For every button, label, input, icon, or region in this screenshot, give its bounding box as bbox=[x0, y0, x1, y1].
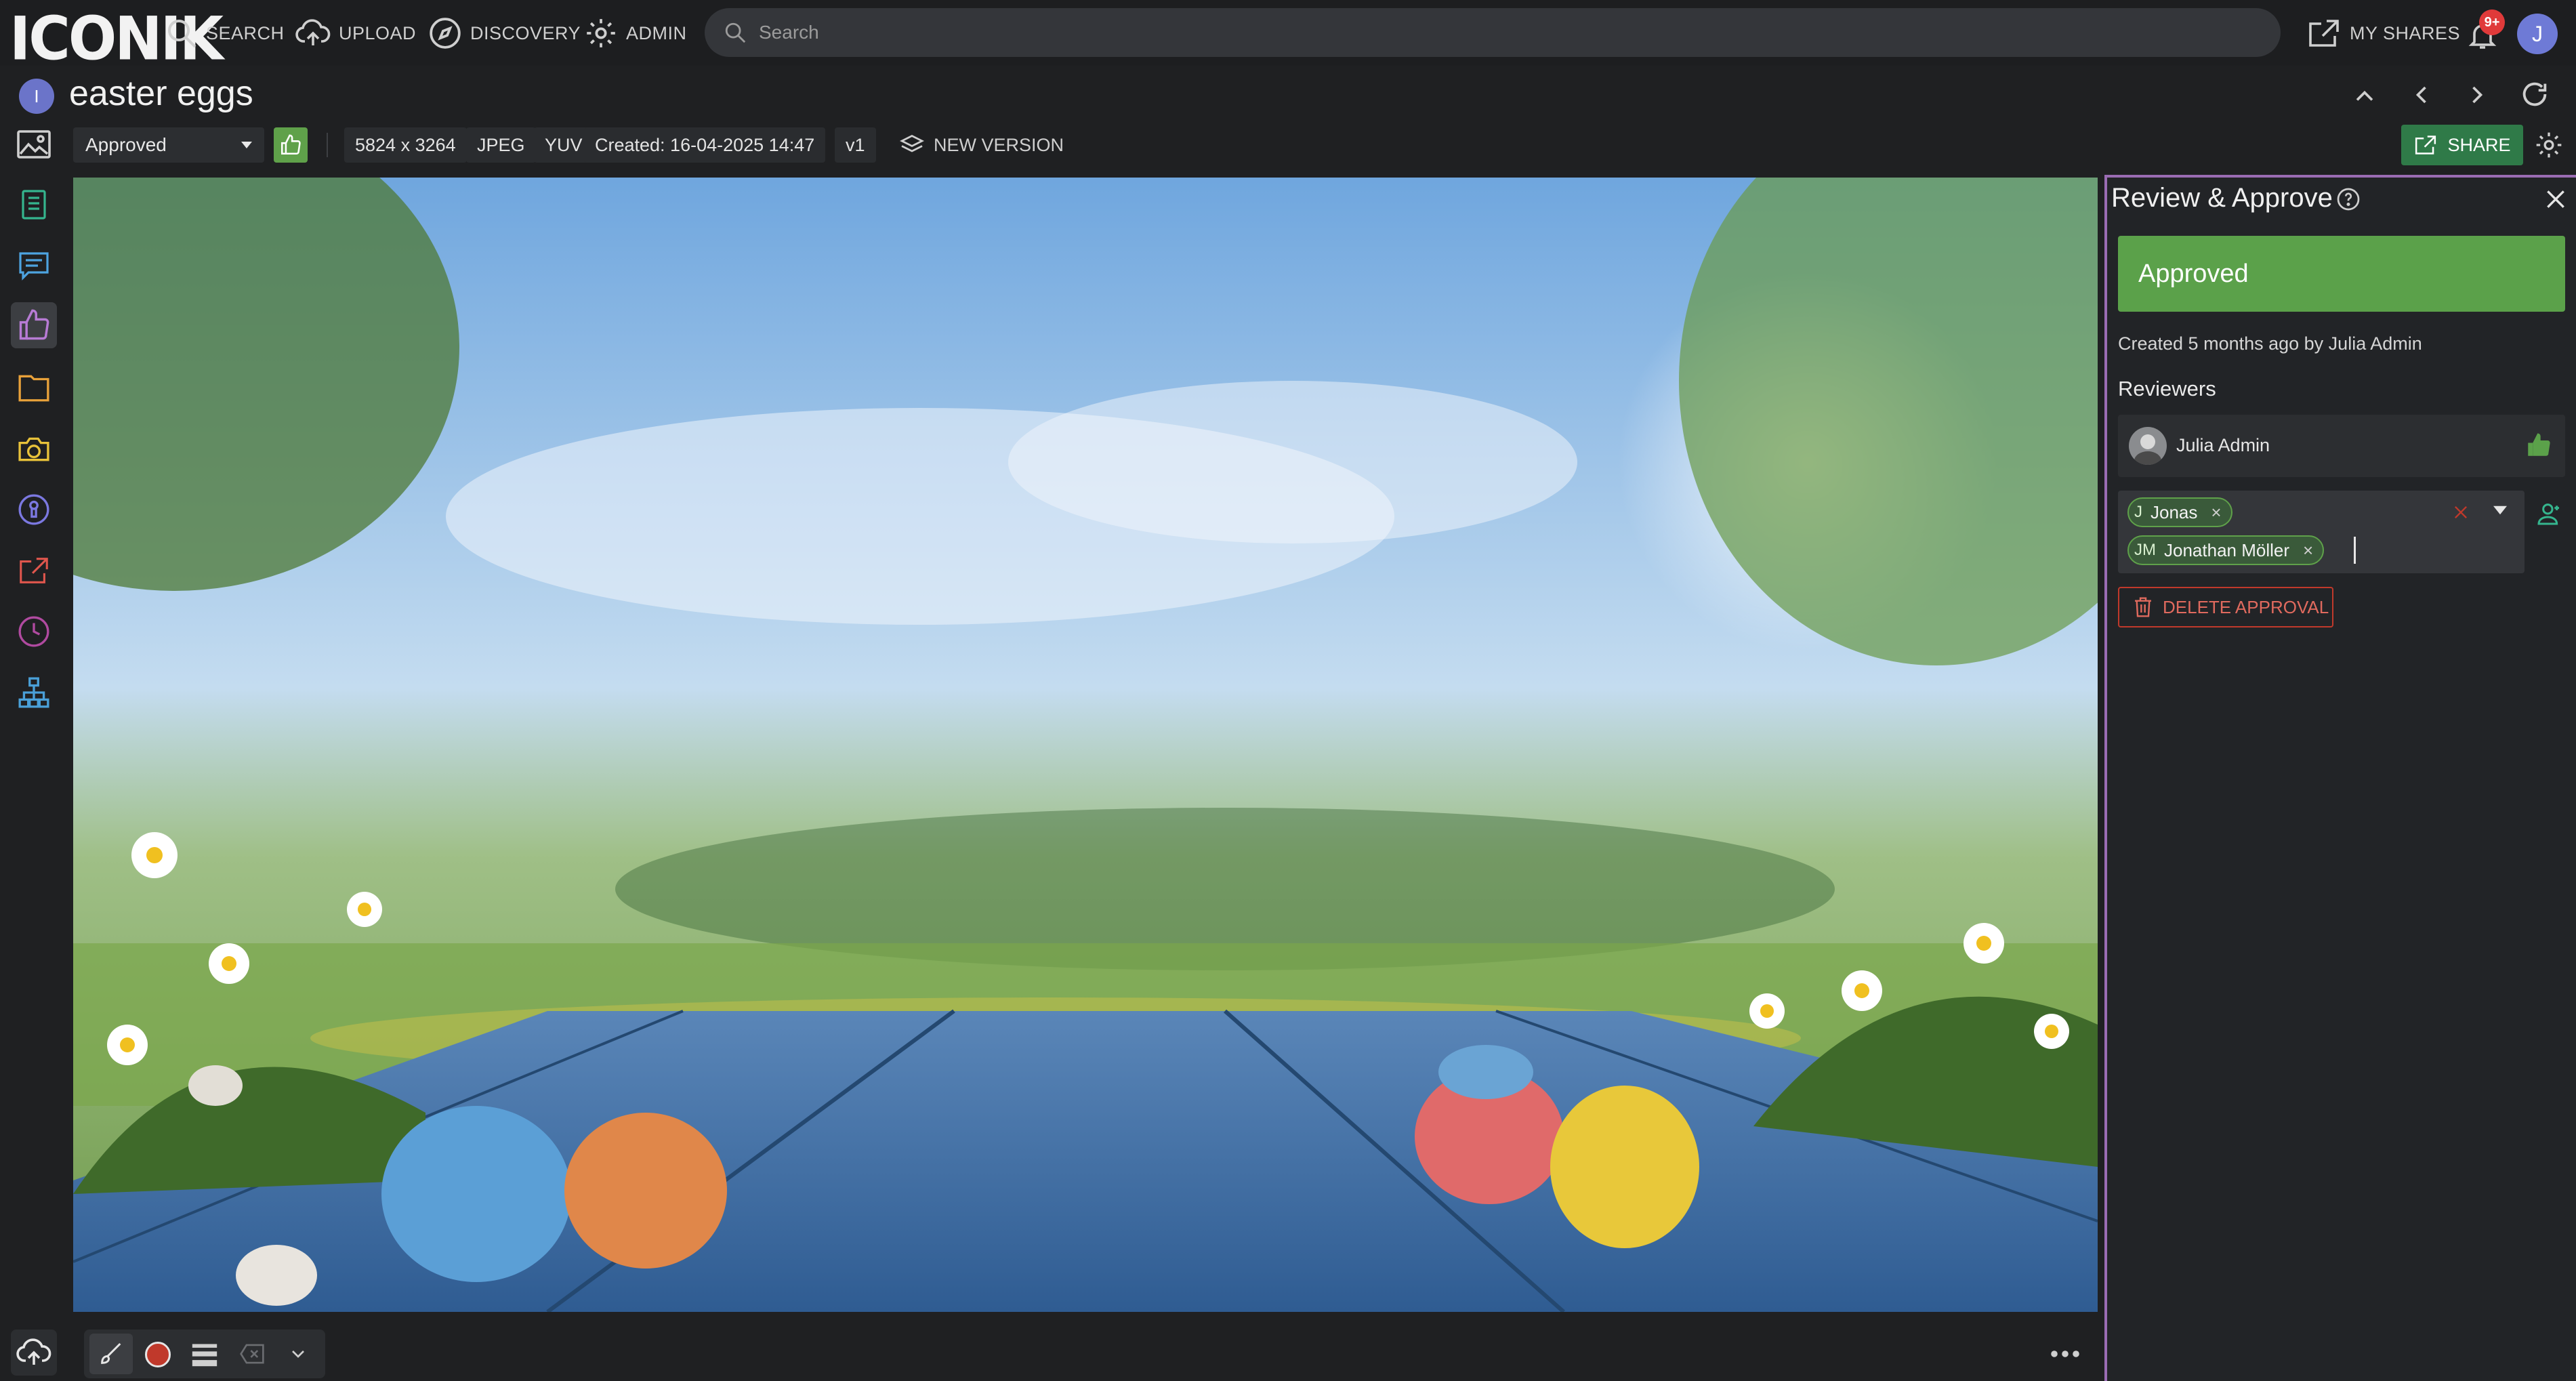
easter-eggs-image bbox=[73, 178, 2098, 1312]
caret-down-icon bbox=[241, 141, 252, 149]
new-version-label: NEW VERSION bbox=[934, 134, 1064, 155]
nav-admin-label: ADMIN bbox=[626, 22, 687, 43]
search-input[interactable] bbox=[759, 22, 2249, 43]
nav-discovery-label: DISCOVERY bbox=[470, 22, 581, 43]
chevron-left-icon[interactable] bbox=[2407, 80, 2436, 110]
line-weight-icon[interactable] bbox=[190, 1340, 220, 1367]
reviewer-avatar bbox=[2129, 427, 2167, 465]
settings-gear-icon[interactable] bbox=[2534, 130, 2564, 160]
hierarchy-icon[interactable] bbox=[11, 669, 57, 716]
share-out-red-icon[interactable] bbox=[11, 548, 57, 594]
my-shares-button[interactable]: MY SHARES bbox=[2306, 15, 2460, 51]
notification-badge: 9+ bbox=[2479, 9, 2505, 35]
review-approve-icon[interactable] bbox=[11, 302, 57, 348]
nav-search[interactable]: SEARCH bbox=[165, 15, 285, 51]
chip-initials: J bbox=[2134, 503, 2142, 521]
more-options-icon[interactable] bbox=[2049, 1348, 2081, 1359]
approval-created-text: Created 5 months ago by Julia Admin bbox=[2118, 333, 2422, 354]
review-approve-panel bbox=[2104, 175, 2576, 1381]
my-shares-label: MY SHARES bbox=[2350, 22, 2461, 43]
remove-chip-icon[interactable]: × bbox=[2303, 540, 2313, 561]
close-icon[interactable] bbox=[2542, 186, 2569, 213]
layers-icon bbox=[900, 133, 924, 157]
nav-upload[interactable]: UPLOAD bbox=[295, 15, 416, 51]
format-badge: JPEG bbox=[466, 127, 536, 163]
refresh-icon[interactable] bbox=[2519, 79, 2550, 110]
clear-annotations-icon[interactable] bbox=[238, 1342, 266, 1366]
metadata-icon[interactable] bbox=[11, 182, 57, 228]
cloud-upload-icon bbox=[295, 17, 331, 49]
dropdown-caret-icon[interactable] bbox=[2493, 506, 2507, 515]
history-clock-icon[interactable] bbox=[11, 609, 57, 655]
reviewer-chip-jonathan[interactable]: JM Jonathan Möller × bbox=[2127, 535, 2325, 565]
share-label: SHARE bbox=[2447, 134, 2511, 155]
share-out-icon bbox=[2306, 17, 2342, 49]
comments-icon[interactable] bbox=[11, 243, 57, 289]
help-icon[interactable] bbox=[2336, 187, 2361, 211]
clear-selection-icon[interactable] bbox=[2451, 503, 2470, 522]
user-avatar[interactable]: J bbox=[2517, 14, 2558, 54]
asset-image-viewer[interactable] bbox=[73, 178, 2098, 1312]
delete-approval-label: DELETE APPROVAL bbox=[2163, 596, 2329, 617]
status-select[interactable]: Approved bbox=[73, 127, 264, 163]
status-select-value: Approved bbox=[85, 134, 167, 155]
remove-chip-icon[interactable]: × bbox=[2211, 502, 2221, 523]
reviewer-name: Julia Admin bbox=[2176, 435, 2270, 455]
share-out-icon bbox=[2413, 133, 2438, 157]
brush-icon[interactable] bbox=[89, 1334, 133, 1374]
text-cursor bbox=[2354, 537, 2356, 564]
asset-owner-avatar: I bbox=[19, 79, 54, 114]
divider bbox=[327, 133, 328, 157]
chip-name: Jonathan Möller bbox=[2164, 539, 2289, 560]
add-reviewer-icon[interactable] bbox=[2535, 500, 2562, 527]
new-version-button[interactable]: NEW VERSION bbox=[900, 127, 1064, 163]
trash-icon bbox=[2133, 596, 2153, 618]
nav-search-label: SEARCH bbox=[206, 22, 285, 43]
chip-name: Jonas bbox=[2151, 501, 2198, 522]
search-icon bbox=[165, 17, 198, 49]
share-button[interactable]: SHARE bbox=[2401, 125, 2523, 165]
thumbs-up-icon bbox=[2525, 431, 2553, 459]
image-icon bbox=[16, 129, 51, 160]
approval-status-banner: Approved bbox=[2118, 236, 2565, 312]
chevron-up-icon[interactable] bbox=[2350, 81, 2380, 111]
approve-thumb-button[interactable] bbox=[274, 127, 308, 163]
nav-admin[interactable]: ADMIN bbox=[584, 15, 687, 51]
cloud-upload-icon[interactable] bbox=[11, 1330, 57, 1376]
global-search[interactable] bbox=[705, 8, 2281, 57]
search-icon bbox=[724, 21, 747, 44]
nav-upload-label: UPLOAD bbox=[339, 22, 417, 43]
color-picker-swatch[interactable] bbox=[145, 1342, 171, 1367]
page-title: easter eggs bbox=[69, 74, 253, 113]
chevron-down-icon[interactable] bbox=[287, 1343, 309, 1365]
created-badge: Created: 16-04-2025 14:47 bbox=[584, 127, 826, 163]
thumbs-up-icon bbox=[279, 133, 302, 157]
reviewer-chip-jonas[interactable]: J Jonas × bbox=[2127, 497, 2232, 527]
chip-initials: JM bbox=[2134, 541, 2156, 559]
version-badge[interactable]: v1 bbox=[835, 127, 876, 163]
chevron-right-icon[interactable] bbox=[2462, 80, 2492, 110]
collections-folder-icon[interactable] bbox=[11, 365, 57, 411]
security-icon[interactable] bbox=[11, 487, 57, 533]
reviewers-heading: Reviewers bbox=[2118, 377, 2216, 400]
dimensions-badge: 5824 x 3264 bbox=[344, 127, 467, 163]
delete-approval-button[interactable]: DELETE APPROVAL bbox=[2118, 587, 2333, 627]
camera-icon[interactable] bbox=[11, 426, 57, 472]
compass-icon bbox=[428, 16, 462, 50]
panel-title: Review & Approve bbox=[2111, 183, 2333, 213]
gear-icon bbox=[584, 16, 618, 50]
nav-discovery[interactable]: DISCOVERY bbox=[428, 15, 581, 51]
